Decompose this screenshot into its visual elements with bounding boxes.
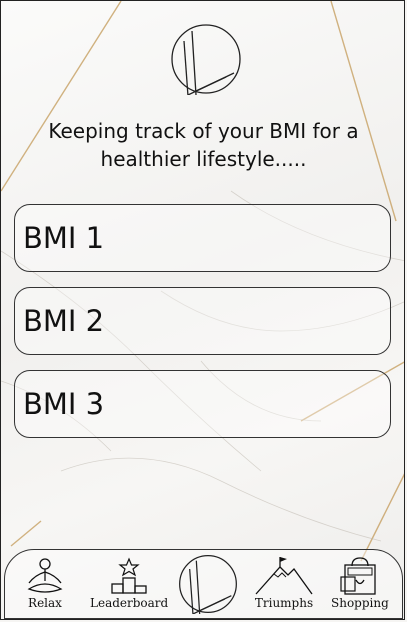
- bmi-3-button[interactable]: BMI 3: [14, 370, 391, 438]
- app-screen: Keeping track of your BMI for a healthie…: [0, 0, 405, 620]
- nav-shopping-label: Shopping: [331, 596, 389, 610]
- meditation-icon: [27, 558, 63, 593]
- nav-leaderboard-label: Leaderboard: [90, 596, 169, 610]
- page-tagline: Keeping track of your BMI for a healthie…: [48, 119, 359, 171]
- shopping-bag-icon: [340, 557, 376, 595]
- nav-triumphs-label: Triumphs: [254, 596, 314, 610]
- app-logo: [170, 23, 242, 97]
- nav-relax-label: Relax: [28, 596, 62, 610]
- nav-leaderboard[interactable]: Leaderboard: [90, 557, 168, 610]
- nav-home[interactable]: [178, 554, 238, 614]
- mountain-flag-icon: [255, 557, 313, 595]
- nav-triumphs[interactable]: Triumphs: [254, 557, 314, 610]
- bmi-2-label: BMI 2: [23, 304, 105, 338]
- podium-icon: [111, 557, 147, 594]
- logo-icon: [171, 24, 241, 97]
- logo-icon: [179, 555, 237, 614]
- bmi-1-button[interactable]: BMI 1: [14, 204, 391, 272]
- nav-relax[interactable]: Relax: [25, 557, 65, 610]
- bmi-1-label: BMI 1: [23, 221, 105, 255]
- bmi-3-label: BMI 3: [23, 387, 105, 421]
- nav-shopping[interactable]: Shopping: [331, 557, 389, 610]
- bmi-2-button[interactable]: BMI 2: [14, 287, 391, 355]
